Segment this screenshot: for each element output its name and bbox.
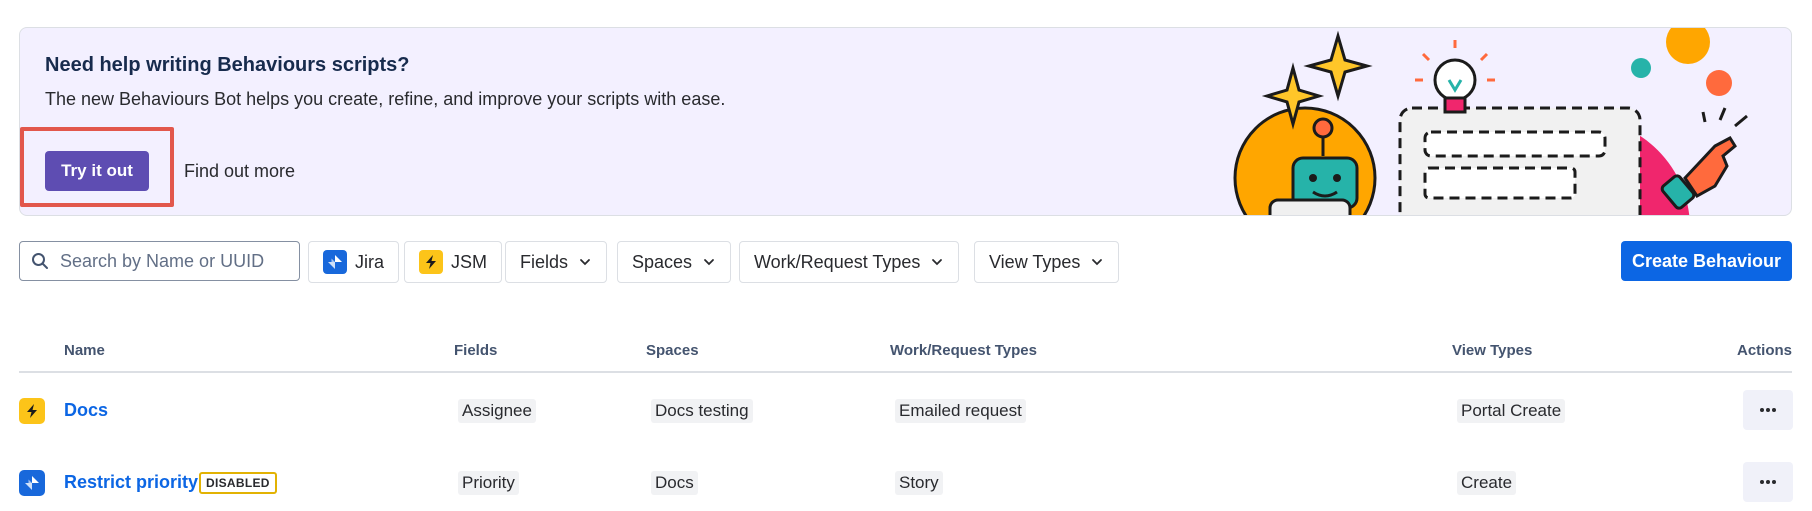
column-header-fields[interactable]: Fields — [454, 342, 497, 359]
field-tag: Priority — [458, 471, 519, 495]
space-tag: Docs testing — [651, 399, 753, 423]
robot-illustration — [1233, 28, 1748, 215]
jsm-filter-label: JSM — [451, 251, 487, 272]
chevron-down-icon — [1092, 259, 1103, 266]
table-header-divider — [19, 371, 1792, 373]
chevron-down-icon — [932, 259, 943, 266]
create-behaviour-button[interactable]: Create Behaviour — [1621, 241, 1792, 281]
jsm-lightning-icon — [419, 250, 443, 274]
row-actions-button[interactable] — [1743, 390, 1793, 430]
column-header-name[interactable]: Name — [64, 342, 105, 359]
chevron-down-icon — [580, 259, 590, 266]
spaces-filter-label: Spaces — [632, 251, 693, 272]
space-tag: Docs — [651, 471, 698, 495]
find-out-more-link[interactable]: Find out more — [184, 161, 295, 182]
table-row: Restrict priority DISABLED Priority Docs… — [0, 452, 1812, 511]
column-header-view-types[interactable]: View Types — [1452, 342, 1532, 359]
more-horizontal-icon — [1760, 480, 1776, 484]
work-request-types-filter-label: Work/Request Types — [754, 251, 921, 272]
jsm-filter-chip[interactable]: JSM — [404, 241, 502, 283]
promo-banner: Need help writing Behaviours scripts? Th… — [19, 27, 1792, 216]
spaces-filter-dropdown[interactable]: Spaces — [617, 241, 732, 283]
try-it-out-button[interactable]: Try it out — [45, 151, 149, 191]
jsm-lightning-icon — [19, 398, 45, 424]
more-horizontal-icon — [1760, 408, 1776, 412]
work-request-types-filter-dropdown[interactable]: Work/Request Types — [739, 241, 960, 283]
column-header-work-request-types[interactable]: Work/Request Types — [890, 342, 1037, 359]
search-box[interactable] — [19, 241, 300, 281]
jira-filter-chip[interactable]: Jira — [308, 241, 400, 283]
column-header-actions: Actions — [1737, 342, 1793, 359]
work-type-tag: Story — [895, 471, 943, 495]
field-tag: Assignee — [458, 399, 536, 423]
work-type-tag: Emailed request — [895, 399, 1026, 423]
view-type-tag: Portal Create — [1457, 399, 1566, 423]
disabled-status-badge: DISABLED — [199, 472, 277, 494]
banner-description: The new Behaviours Bot helps you create,… — [45, 89, 726, 109]
row-actions-button[interactable] — [1743, 462, 1793, 502]
behaviour-name-link[interactable]: Restrict priority — [64, 472, 198, 493]
view-type-tag: Create — [1457, 471, 1517, 495]
banner-title: Need help writing Behaviours scripts? — [45, 54, 410, 76]
jira-icon — [19, 470, 45, 496]
behaviour-name-link[interactable]: Docs — [64, 400, 108, 421]
fields-filter-dropdown[interactable]: Fields — [505, 241, 608, 283]
view-types-filter-dropdown[interactable]: View Types — [974, 241, 1120, 283]
fields-filter-label: Fields — [520, 251, 569, 272]
column-header-spaces[interactable]: Spaces — [646, 342, 699, 359]
search-input[interactable] — [60, 250, 290, 272]
jira-filter-label: Jira — [355, 251, 385, 272]
view-types-filter-label: View Types — [989, 251, 1081, 272]
table-row: Docs Assignee Docs testing Emailed reque… — [0, 380, 1812, 440]
jira-icon — [323, 250, 347, 274]
search-icon — [20, 242, 60, 280]
chevron-down-icon — [704, 259, 714, 266]
